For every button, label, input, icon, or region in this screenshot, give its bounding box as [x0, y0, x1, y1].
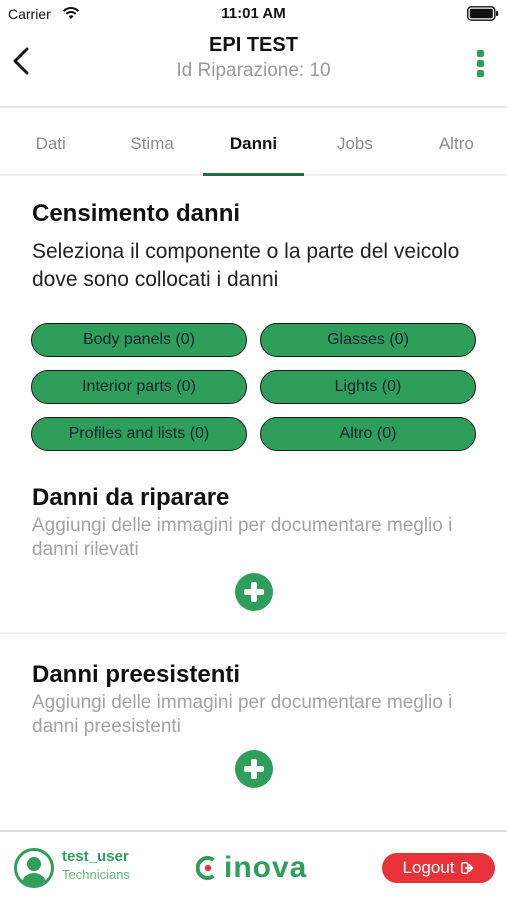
footer-bar: test_user Technicians inova Logout: [0, 830, 507, 900]
status-time: 11:01 AM: [221, 5, 286, 22]
category-interior-parts-button[interactable]: Interior parts (0): [31, 370, 247, 404]
tab-dati[interactable]: Dati: [0, 110, 101, 174]
category-profiles-lists-button[interactable]: Profiles and lists (0): [31, 417, 247, 451]
logout-icon: [460, 862, 473, 874]
category-body-panels-button[interactable]: Body panels (0): [31, 323, 247, 357]
brand-logo: inova: [196, 850, 307, 886]
logout-button[interactable]: Logout: [382, 853, 495, 883]
census-title: Censimento danni: [32, 200, 241, 227]
brand-logo-icon: [196, 856, 214, 880]
battery-icon: [467, 6, 499, 21]
tab-altro[interactable]: Altro: [406, 110, 507, 174]
category-lights-button[interactable]: Lights (0): [260, 370, 476, 404]
user-role: Technicians: [62, 867, 130, 882]
category-glasses-button[interactable]: Glasses (0): [260, 323, 476, 357]
existing-damage-title: Danni preesistenti: [32, 661, 241, 688]
avatar[interactable]: [14, 848, 54, 888]
repair-damage-title: Danni da riparare: [32, 484, 230, 511]
repair-id-subtitle: Id Riparazione: 10: [176, 60, 331, 81]
tab-stima[interactable]: Stima: [101, 110, 202, 174]
more-vertical-icon: [476, 50, 484, 57]
brand-name: inova: [224, 851, 308, 884]
repair-damage-hint: Aggiungi delle immagini per documentare …: [32, 515, 453, 560]
user-icon: [27, 857, 41, 871]
tab-danni[interactable]: Danni: [202, 110, 305, 176]
tab-jobs[interactable]: Jobs: [304, 110, 405, 174]
app-header: EPI TEST Id Riparazione: 10: [0, 28, 507, 108]
user-name: test_user: [62, 848, 129, 865]
category-altro-button[interactable]: Altro (0): [260, 417, 476, 451]
add-repair-image-button[interactable]: [235, 573, 273, 611]
add-existing-image-button[interactable]: [235, 750, 273, 788]
tab-bar: Dati Stima Danni Jobs Altro: [0, 110, 507, 176]
more-options-button[interactable]: [473, 50, 487, 80]
status-bar: Carrier 11:01 AM: [0, 0, 507, 28]
section-divider: [0, 632, 507, 634]
logout-label: Logout: [402, 858, 455, 877]
census-description: Seleziona il componente o la parte del v…: [32, 240, 460, 291]
page-title: EPI TEST: [209, 34, 298, 56]
existing-damage-hint: Aggiungi delle immagini per documentare …: [32, 692, 453, 737]
